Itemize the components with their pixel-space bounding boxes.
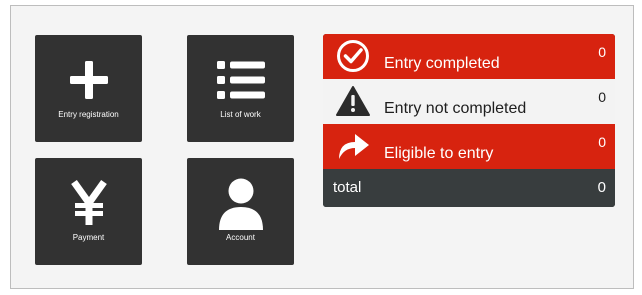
- warning-icon: [335, 85, 371, 117]
- status-count: 0: [598, 89, 606, 105]
- share-arrow-icon: [335, 130, 371, 162]
- status-label: Entry not completed: [384, 100, 527, 117]
- list-of-work-tile[interactable]: List of work: [187, 35, 294, 142]
- user-icon: [187, 176, 294, 232]
- entry-registration-label: Entry registration: [58, 110, 119, 119]
- status-label: Eligible to entry: [384, 145, 494, 162]
- plus-icon: [35, 55, 142, 105]
- status-row-entry-not-completed[interactable]: Entry not completed 0: [323, 79, 615, 124]
- entry-status-panel: Entry completed 0 Entry not completed 0 …: [323, 34, 615, 207]
- status-row-entry-completed[interactable]: Entry completed 0: [323, 34, 615, 79]
- list-of-work-label: List of work: [220, 110, 261, 119]
- status-label: Entry completed: [384, 55, 500, 72]
- status-count: 0: [598, 44, 606, 60]
- total-label: total: [333, 179, 362, 196]
- status-count: 0: [598, 134, 606, 150]
- list-icon: [187, 55, 294, 105]
- account-label: Account: [226, 233, 255, 242]
- status-row-total: total 0: [323, 169, 615, 207]
- payment-label: Payment: [72, 233, 105, 242]
- entry-registration-tile[interactable]: Entry registration: [35, 35, 142, 142]
- status-row-eligible-to-entry[interactable]: Eligible to entry 0: [323, 124, 615, 169]
- check-circle-icon: [335, 40, 371, 72]
- dashboard-frame: Entry registration List of work Payment …: [10, 5, 634, 289]
- payment-tile[interactable]: Payment: [35, 158, 142, 265]
- account-tile[interactable]: Account: [187, 158, 294, 265]
- total-count: 0: [597, 179, 606, 196]
- yen-icon: [35, 178, 142, 228]
